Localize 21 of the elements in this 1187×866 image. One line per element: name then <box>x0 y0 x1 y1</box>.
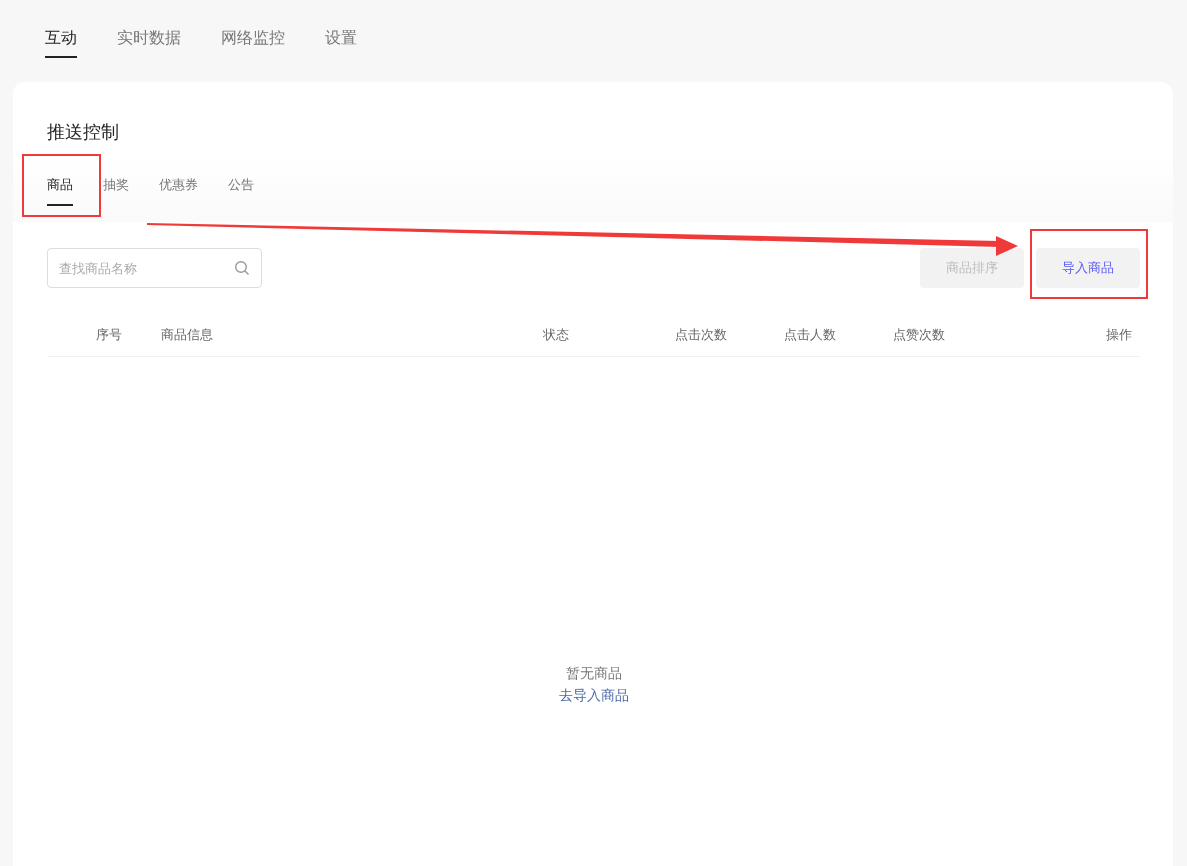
top-tab[interactable]: 实时数据 <box>117 28 181 58</box>
sub-tab[interactable]: 商品 <box>47 176 73 206</box>
sub-tab[interactable]: 抽奖 <box>103 176 129 206</box>
import-link[interactable]: 去导入商品 <box>558 687 629 705</box>
sub-tab[interactable]: 优惠券 <box>159 176 198 206</box>
top-tab[interactable]: 网络监控 <box>221 28 285 58</box>
empty-message: 暂无商品 <box>565 665 622 683</box>
column-header: 点击次数 <box>675 326 728 344</box>
toolbar-button[interactable]: 导入商品 <box>1036 248 1140 288</box>
column-header: 状态 <box>543 326 570 344</box>
column-header: 序号 <box>96 326 123 344</box>
column-header: 点赞次数 <box>893 326 946 344</box>
column-header: 点击人数 <box>784 326 837 344</box>
sub-tab[interactable]: 公告 <box>228 176 254 206</box>
column-header: 操作 <box>1105 326 1132 344</box>
search-icon <box>234 260 250 276</box>
panel-title: 推送控制 <box>46 120 120 144</box>
top-tab[interactable]: 设置 <box>325 28 357 58</box>
search-field[interactable]: 查找商品名称 <box>47 248 262 288</box>
column-header: 商品信息 <box>161 326 214 344</box>
top-tab[interactable]: 互动 <box>45 28 77 58</box>
